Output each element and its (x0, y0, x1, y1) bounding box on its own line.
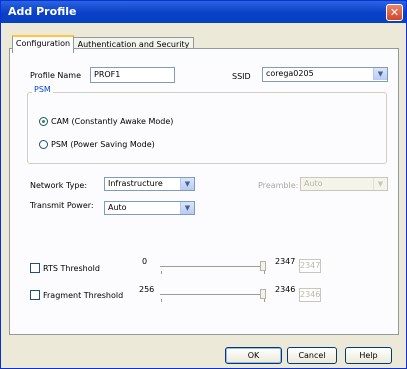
transmit-power-value: Auto (108, 203, 127, 212)
rts-slider-tick (161, 271, 162, 274)
network-type-select[interactable]: Infrastructure ▼ (104, 177, 195, 191)
network-type-value: Infrastructure (108, 179, 163, 188)
cam-label[interactable]: CAM (Constantly Awake Mode) (51, 117, 173, 126)
fragment-threshold-label: Fragment Threshold (43, 291, 124, 300)
chevron-down-icon[interactable]: ▼ (180, 202, 194, 214)
network-type-label: Network Type: (30, 181, 88, 190)
window-title: Add Profile (8, 5, 77, 18)
fragment-min-label: 256 (139, 285, 155, 294)
cam-radio[interactable] (39, 117, 48, 126)
psm-label[interactable]: PSM (Power Saving Mode) (51, 140, 155, 149)
ssid-value: corega0205 (266, 69, 314, 78)
rts-slider-thumb[interactable] (260, 261, 266, 271)
cancel-button[interactable]: Cancel (287, 347, 337, 364)
title-bar[interactable]: Add Profile ✕ (1, 1, 406, 23)
fragment-slider-track (160, 294, 265, 296)
close-icon[interactable]: ✕ (386, 4, 403, 21)
ok-button[interactable]: OK (225, 347, 282, 364)
psm-group (27, 92, 387, 164)
rts-max-label: 2347 (275, 257, 296, 266)
profile-name-input[interactable]: PROF1 (90, 67, 175, 83)
fragment-slider-tick (161, 299, 162, 302)
preamble-label: Preamble: (258, 181, 299, 190)
transmit-power-label: Transmit Power: (30, 201, 94, 210)
fragment-value-field[interactable]: 2346 (299, 288, 321, 302)
transmit-power-select[interactable]: Auto ▼ (104, 201, 195, 215)
fragment-threshold-checkbox[interactable] (30, 290, 40, 300)
fragment-slider-thumb[interactable] (260, 289, 266, 299)
chevron-down-icon[interactable]: ▼ (373, 178, 387, 190)
rts-threshold-label: RTS Threshold (43, 264, 100, 273)
rts-slider-tick (264, 271, 265, 274)
rts-value-field[interactable]: 2347 (299, 259, 321, 273)
ssid-label: SSID (232, 72, 251, 81)
rts-min-label: 0 (142, 257, 148, 266)
help-button[interactable]: Help (345, 347, 392, 364)
psm-radio[interactable] (39, 140, 48, 149)
preamble-value: Auto (304, 179, 323, 188)
rts-threshold-checkbox[interactable] (30, 263, 40, 273)
chevron-down-icon[interactable]: ▼ (180, 178, 194, 190)
preamble-select[interactable]: Auto ▼ (300, 177, 388, 191)
fragment-slider-tick (264, 299, 265, 302)
profile-name-label: Profile Name (30, 71, 82, 80)
rts-slider-track (160, 266, 265, 268)
psm-group-label: PSM (32, 85, 53, 94)
ssid-select[interactable]: corega0205 ▼ (262, 67, 388, 82)
fragment-max-label: 2346 (275, 285, 296, 294)
tab-configuration[interactable]: Configuration (12, 35, 74, 53)
chevron-down-icon[interactable]: ▼ (373, 68, 387, 80)
